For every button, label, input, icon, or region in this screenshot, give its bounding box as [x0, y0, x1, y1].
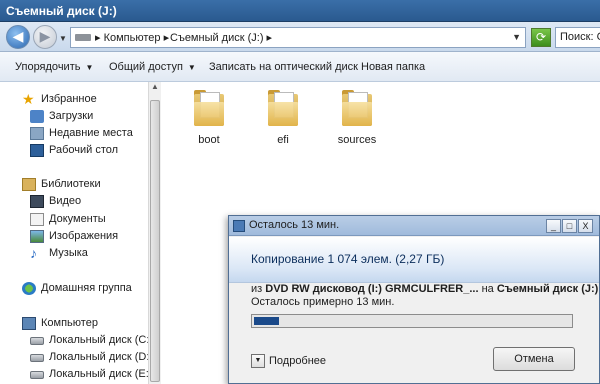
address-row: ◀ ▶ ▼ ▸ Компьютер ▸ Съемный диск (J:) ▸ … [0, 22, 600, 52]
dialog-title-bar[interactable]: Осталось 13 мин. _ □ X [229, 216, 599, 236]
progress-fill [254, 317, 279, 325]
sidebar-scrollbar[interactable]: ▲ [148, 82, 161, 384]
sidebar-item-label: Локальный диск (D:) [49, 351, 154, 363]
sidebar-item-label: Музыка [49, 247, 88, 259]
refresh-icon: ⟳ [535, 30, 547, 44]
minimize-button[interactable]: _ [546, 219, 561, 233]
address-dropdown-icon[interactable]: ▼ [512, 32, 521, 42]
sidebar-item-label: Домашняя группа [41, 282, 132, 294]
sidebar-item-label: Видео [49, 195, 82, 207]
folder-efi[interactable]: efi [253, 82, 313, 152]
folder-label: efi [277, 134, 289, 146]
expand-down-icon: ▼ [251, 354, 265, 368]
search-input[interactable]: Поиск: С [555, 27, 600, 48]
sidebar-item-label: Локальный диск (E:) [49, 368, 153, 380]
drive-icon [75, 34, 91, 41]
more-details-label: Подробнее [269, 354, 327, 367]
hard-disk-icon [30, 337, 44, 345]
breadcrumb-computer[interactable]: ▸ Компьютер ▸ [95, 31, 169, 44]
from-prefix: из [251, 283, 263, 295]
hard-disk-icon [30, 371, 44, 379]
copy-destination[interactable]: Съемный диск (J:) [497, 283, 598, 295]
copy-progress-bar [251, 314, 573, 328]
refresh-button[interactable]: ⟳ [531, 28, 551, 47]
breadcrumb-removable-disk[interactable]: Съемный диск (J:) ▸ [170, 31, 272, 44]
recent-places-icon [30, 127, 44, 140]
command-bar: Упорядочить ▼ Общий доступ ▼ Записать на о… [0, 52, 600, 82]
time-remaining: Осталось примерно 13 мин. [251, 296, 395, 308]
star-icon: ★ [22, 91, 35, 107]
folder-boot[interactable]: boot [179, 82, 239, 152]
video-icon [30, 195, 44, 208]
sidebar-item-label: Компьютер [41, 317, 98, 329]
downloads-icon [30, 110, 44, 123]
to-prefix: на [481, 283, 494, 295]
dialog-title: Осталось 13 мин. [249, 219, 340, 231]
computer-icon [22, 317, 36, 330]
back-arrow-icon: ◀ [12, 28, 24, 44]
homegroup-icon [22, 282, 36, 295]
libraries-icon [22, 178, 36, 191]
sidebar-item-label: Локальный диск (C:) [49, 334, 154, 346]
more-details-toggle[interactable]: ▼ Подробнее [251, 354, 326, 368]
sidebar-item-label: Загрузки [49, 110, 94, 122]
sidebar-item-label: Избранное [41, 93, 97, 105]
images-icon [30, 230, 44, 243]
sidebar-item-label: Рабочий стол [49, 144, 119, 156]
back-button[interactable]: ◀ [6, 25, 30, 49]
sidebar-item-label: Недавние места [49, 127, 133, 139]
scrollbar-thumb[interactable] [150, 100, 160, 382]
hard-disk-icon [30, 354, 44, 362]
copy-source[interactable]: DVD RW дисковод (I:) GRMCULFRER_... [265, 283, 478, 295]
organize-label: Упорядочить [15, 61, 81, 73]
copy-progress-dialog: Осталось 13 мин. _ □ X Копирование 1 074… [228, 215, 600, 384]
window-title-bar: Съемный диск (J:) [0, 0, 600, 22]
folder-icon [268, 90, 298, 126]
organize-menu[interactable]: Упорядочить ▼ [15, 61, 93, 73]
address-bar[interactable]: ▸ Компьютер ▸ Съемный диск (J:) ▸ ▼ [70, 27, 526, 48]
sidebar-item-label: Документы [49, 213, 106, 225]
scroll-up-icon[interactable]: ▲ [149, 82, 161, 96]
cancel-button[interactable]: Отмена [493, 347, 575, 371]
share-menu[interactable]: Общий доступ ▼ [109, 61, 196, 73]
navigation-pane: ★ Избранное Загрузки Недавние места Рабо… [0, 82, 153, 384]
forward-button[interactable]: ▶ [33, 25, 57, 49]
folder-label: boot [198, 134, 220, 146]
folder-sources[interactable]: sources [327, 82, 387, 152]
folder-icon [194, 90, 224, 126]
forward-arrow-icon: ▶ [39, 28, 51, 44]
copy-source-line: из DVD RW дисковод (I:) GRMCULFRER_... н… [251, 283, 598, 295]
close-button[interactable]: X [578, 219, 593, 233]
folder-label: sources [337, 134, 377, 146]
dialog-header: Копирование 1 074 элем. (2,27 ГБ) [229, 237, 599, 283]
chevron-down-icon: ▼ [187, 63, 196, 72]
music-icon: ♪ [30, 245, 37, 261]
sidebar-item-label: Библиотеки [41, 178, 101, 190]
desktop-icon [30, 144, 44, 157]
copy-heading: Копирование 1 074 элем. (2,27 ГБ) [251, 252, 445, 266]
chevron-down-icon: ▼ [85, 63, 94, 72]
documents-icon [30, 213, 44, 226]
sidebar-item-label: Изображения [49, 230, 119, 242]
maximize-button[interactable]: □ [562, 219, 577, 233]
folder-icon [342, 90, 372, 126]
share-label: Общий доступ [109, 61, 183, 73]
burn-button[interactable]: Записать на оптический диск [209, 61, 358, 73]
copy-icon [233, 220, 245, 232]
history-dropdown-icon[interactable]: ▼ [59, 34, 67, 43]
new-folder-button[interactable]: Новая папка [361, 61, 425, 73]
window-title: Съемный диск (J:) [6, 4, 117, 18]
